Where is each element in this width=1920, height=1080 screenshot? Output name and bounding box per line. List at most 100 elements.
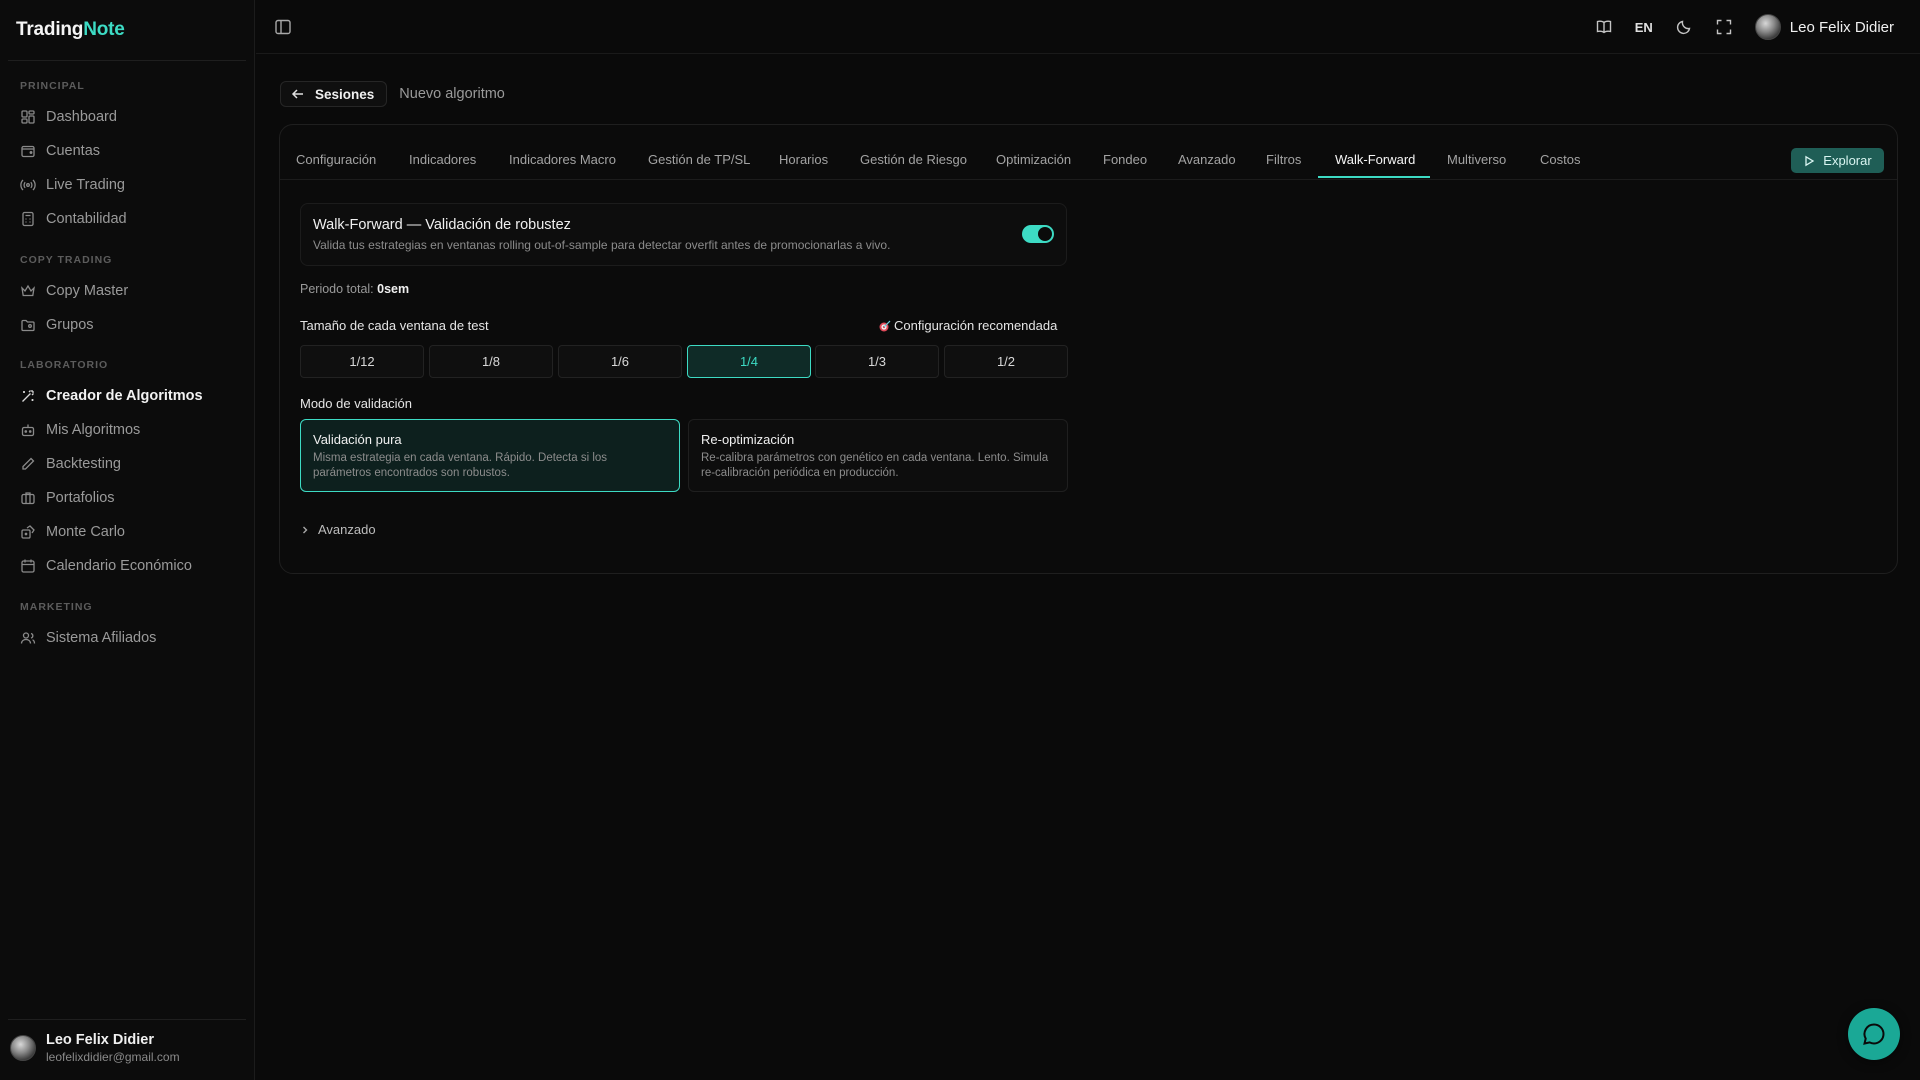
briefcase-icon [21, 492, 35, 505]
sidebar-item-label: Mis Algoritmos [46, 422, 141, 438]
sidebar-item-live-trading[interactable]: Live Trading [12, 170, 244, 200]
fullscreen-icon[interactable] [1715, 18, 1733, 36]
tab-configuracion[interactable]: Configuración [296, 152, 376, 167]
calendar-icon [21, 559, 35, 573]
sidebar-item-sistema-afiliados[interactable]: Sistema Afiliados [12, 623, 244, 653]
calculator-icon [22, 211, 34, 227]
avatar [10, 1035, 36, 1061]
avatar [1754, 14, 1781, 40]
nav-section-laboratorio: LABORATORIO [20, 359, 109, 371]
sidebar-item-monte-carlo[interactable]: Monte Carlo [12, 517, 244, 547]
folder-users-icon [21, 319, 35, 332]
tab-costos[interactable]: Costos [1540, 152, 1580, 167]
tab-fondeo[interactable]: Fondeo [1103, 152, 1147, 167]
sidebar-item-portafolios[interactable]: Portafolios [12, 483, 244, 513]
walk-forward-toggle[interactable] [1022, 225, 1054, 243]
sidebar-item-cuentas[interactable]: Cuentas [12, 136, 244, 166]
language-toggle[interactable]: EN [1635, 20, 1653, 35]
sidebar-item-label: Calendario Económico [46, 558, 192, 574]
sidebar-item-contabilidad[interactable]: Contabilidad [12, 204, 244, 234]
sidebar-item-label: Grupos [46, 317, 94, 333]
mode-option-re-optimizacion[interactable]: Re-optimización Re-calibra parámetros co… [688, 419, 1068, 492]
book-open-icon[interactable] [1595, 18, 1613, 36]
tab-bar: Configuración Indicadores Indicadores Ma… [280, 125, 1897, 180]
back-button[interactable]: Sesiones [280, 81, 388, 107]
user-name: Leo Felix Didier [46, 1032, 154, 1048]
window-size-label: Tamaño de cada ventana de test [300, 318, 489, 333]
sidebar-item-label: Sistema Afiliados [46, 630, 157, 646]
moon-icon[interactable] [1675, 18, 1693, 36]
breadcrumb: Sesiones Nuevo algoritmo [280, 81, 505, 107]
period-value: 0sem [377, 282, 410, 296]
window-option-1-6[interactable]: 1/6 [558, 345, 682, 378]
app-logo[interactable]: TradingNote [16, 19, 125, 41]
grid-icon [21, 110, 35, 124]
sidebar-item-creador-de-algoritmos[interactable]: Creador de Algoritmos [12, 381, 244, 411]
topbar: EN Leo Felix Didier [256, 0, 1920, 54]
window-option-1-3[interactable]: 1/3 [815, 345, 939, 378]
window-option-1-12[interactable]: 1/12 [300, 345, 424, 378]
logo-text-accent: Note [83, 19, 125, 40]
window-option-1-8[interactable]: 1/8 [429, 345, 553, 378]
pencil-icon [22, 457, 35, 470]
sidebar-item-calendario-economico[interactable]: Calendario Económico [12, 551, 244, 581]
recommended-config-link[interactable]: Configuración recomendada [878, 318, 1057, 333]
walk-forward-description: Valida tus estrategias en ventanas rolli… [313, 238, 891, 252]
broadcast-icon [20, 179, 36, 191]
tab-gestion-tp-sl[interactable]: Gestión de TP/SL [648, 152, 750, 167]
nav-section-copy-trading: COPY TRADING [20, 254, 113, 266]
user-email: leofelixdidier@gmail.com [46, 1050, 180, 1064]
tab-avanzado[interactable]: Avanzado [1178, 152, 1236, 167]
sidebar-item-label: Creador de Algoritmos [46, 388, 203, 404]
nav-section-principal: PRINCIPAL [20, 80, 85, 92]
users-icon [20, 632, 36, 644]
sidebar-item-label: Contabilidad [46, 211, 127, 227]
sidebar-item-label: Copy Master [46, 283, 129, 299]
sidebar-item-mis-algoritmos[interactable]: Mis Algoritmos [12, 415, 244, 445]
chat-button[interactable] [1848, 1008, 1900, 1060]
logo-text-main: Trading [16, 19, 84, 40]
window-option-1-4[interactable]: 1/4 [687, 345, 811, 378]
top-user-name: Leo Felix Didier [1789, 18, 1894, 36]
sidebar-item-label: Backtesting [46, 456, 121, 472]
mode-description: Re-calibra parámetros con genético en ca… [701, 452, 1049, 479]
target-icon [879, 320, 891, 331]
arrow-left-icon [291, 89, 303, 99]
tab-indicadores[interactable]: Indicadores [409, 152, 476, 167]
advanced-collapsible[interactable]: Avanzado [300, 522, 376, 537]
chat-bubble-icon [1863, 1023, 1885, 1045]
sidebar-item-copy-master[interactable]: Copy Master [12, 276, 244, 306]
tab-optimizacion[interactable]: Optimización [996, 152, 1071, 167]
period-total: Periodo total: 0sem [300, 282, 409, 296]
tab-filtros[interactable]: Filtros [1266, 152, 1301, 167]
dice-icon [21, 525, 35, 539]
sidebar-item-grupos[interactable]: Grupos [12, 310, 244, 340]
mode-title: Validación pura [313, 432, 402, 447]
sidebar-toggle-icon[interactable] [274, 18, 292, 36]
explore-label: Explorar [1823, 153, 1872, 168]
validation-mode-label: Modo de validación [300, 396, 413, 411]
play-icon [1805, 155, 1815, 166]
algorithm-editor-card: Configuración Indicadores Indicadores Ma… [279, 124, 1898, 574]
sidebar-item-label: Dashboard [46, 109, 117, 125]
tab-gestion-riesgo[interactable]: Gestión de Riesgo [860, 152, 967, 167]
explore-button[interactable]: Explorar [1791, 148, 1884, 173]
sidebar-item-label: Cuentas [46, 143, 101, 159]
sidebar-item-dashboard[interactable]: Dashboard [12, 102, 244, 132]
tab-indicadores-macro[interactable]: Indicadores Macro [509, 152, 616, 167]
toggle-knob [1038, 227, 1052, 241]
top-user-menu[interactable]: Leo Felix Didier [1754, 14, 1894, 40]
tab-horarios[interactable]: Horarios [779, 152, 828, 167]
tab-walk-forward[interactable]: Walk-Forward [1335, 152, 1415, 167]
sidebar-user-profile[interactable]: Leo Felix Didier leofelixdidier@gmail.co… [10, 1032, 180, 1064]
window-option-1-2[interactable]: 1/2 [944, 345, 1068, 378]
sidebar-item-backtesting[interactable]: Backtesting [12, 449, 244, 479]
period-label: Periodo total: [300, 282, 374, 296]
sidebar-item-label: Monte Carlo [46, 524, 125, 540]
bot-icon [21, 424, 35, 437]
tab-multiverso[interactable]: Multiverso [1447, 152, 1506, 167]
recommended-label: Configuración recomendada [894, 318, 1058, 333]
wallet-icon [21, 145, 35, 158]
mode-option-validacion-pura[interactable]: Validación pura Misma estrategia en cada… [300, 419, 680, 492]
back-label: Sesiones [315, 86, 375, 102]
